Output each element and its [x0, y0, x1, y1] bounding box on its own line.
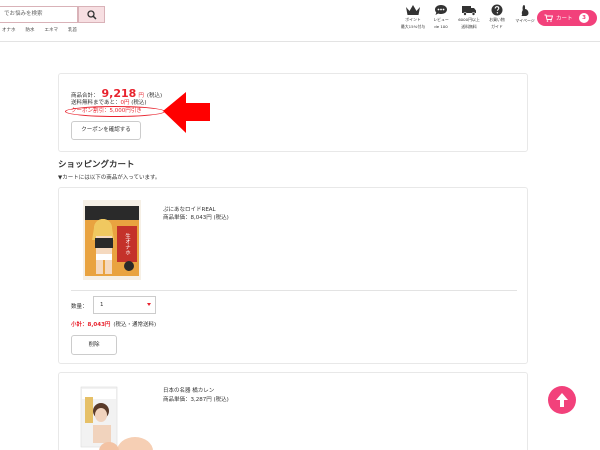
chat-icon: [435, 5, 447, 15]
shipping-label-1: 6000円以上: [458, 17, 480, 22]
review-link[interactable]: レビュー de 100: [426, 4, 456, 29]
annotation-arrow-icon: [163, 92, 210, 133]
quantity-label: 数量：: [71, 304, 88, 310]
mypage-label: マイページ: [515, 18, 535, 23]
question-icon: [491, 4, 503, 16]
free-shipping-row: 送料無料まであと：0円 (税込): [71, 98, 147, 106]
shopping-cart-subheading: ▼カートには以下の商品が入っています。: [58, 175, 161, 181]
search-input[interactable]: でお悩みを検索: [0, 6, 78, 23]
price-value: 3,287: [190, 397, 207, 403]
guide-label-1: お買い物: [489, 17, 505, 22]
guide-link[interactable]: お買い物 ガイド: [482, 4, 512, 29]
coupon-unit: 円引き: [125, 108, 142, 114]
category-link-enema[interactable]: エネマ: [45, 27, 59, 33]
product-image[interactable]: 生オナホ: [83, 200, 141, 280]
subtotal-label: 小計：8,043円: [71, 322, 111, 328]
cart-count-badge: 3: [579, 13, 589, 23]
ship-unit: 円: [123, 100, 130, 106]
cart-icon: [544, 14, 553, 22]
points-label-2: 最大15%付与: [400, 23, 426, 29]
review-label-1: レビュー: [433, 17, 449, 22]
quantity-value: 1: [100, 302, 104, 308]
check-coupon-button[interactable]: クーポンを確認する: [71, 121, 141, 140]
product-image[interactable]: [79, 385, 153, 450]
points-label-1: ポイント: [405, 17, 421, 22]
site-header: でお悩みを検索 オナホ 防水 エネマ 乳首 ポイント 最大15%付与 レビュー …: [0, 0, 600, 42]
mypage-link[interactable]: マイページ: [510, 4, 540, 24]
price-tax: (税込): [213, 215, 229, 221]
category-link-onaho[interactable]: オナホ: [2, 27, 16, 33]
price-value: 8,043: [190, 215, 207, 221]
item-subtotal: 小計：8,043円 (税込・通常送料): [71, 320, 156, 328]
scroll-to-top-button[interactable]: [548, 386, 576, 414]
item-divider: [71, 290, 517, 291]
cart-item: 日本の名器 橘カレン 商品単価：3,287円 (税込): [58, 372, 528, 450]
price-unit: 円: [206, 397, 212, 403]
guide-label-2: ガイド: [491, 23, 503, 29]
product-unit-price: 商品単価：3,287円 (税込): [163, 395, 229, 403]
search-icon: [86, 9, 97, 20]
product-package-text: 生オナホ: [124, 232, 131, 256]
total-tax: (税込): [146, 93, 163, 99]
quantity-select[interactable]: 1: [93, 296, 156, 314]
order-summary-card: 商品合計： 9,218 円 (税込) 送料無料まであと：0円 (税込) クーポン割引：…: [58, 73, 528, 152]
price-unit: 円: [206, 215, 212, 221]
points-link[interactable]: ポイント 最大15%付与: [398, 4, 428, 29]
delete-button[interactable]: 削除: [71, 335, 117, 355]
product-name[interactable]: 日本の名器 橘カレン: [163, 386, 214, 394]
cart-item: 生オナホ ぷにあなロイドREAL 商品単価：8,043円 (税込) 数量： 1 …: [58, 187, 528, 364]
truck-icon: [462, 6, 476, 16]
arrow-up-icon: [556, 393, 568, 407]
product-unit-price: 商品単価：8,043円 (税込): [163, 213, 229, 221]
price-label: 商品単価：: [163, 397, 191, 403]
category-link-waterproof[interactable]: 防水: [26, 27, 35, 33]
coupon-value: 5,000: [109, 108, 126, 114]
subtotal-note: (税込・通常送料): [113, 322, 157, 328]
cart-label: カート: [556, 16, 573, 22]
header-icon-nav: ポイント 最大15%付与 レビュー de 100 6000円以上 送料無料 お買…: [390, 4, 535, 38]
shopping-cart-heading: ショッピングカート: [58, 160, 135, 170]
search-button[interactable]: [78, 6, 105, 23]
review-label-2: de 100: [434, 23, 448, 29]
cart-button[interactable]: カート 3: [537, 10, 597, 26]
shipping-link[interactable]: 6000円以上 送料無料: [454, 4, 484, 29]
coupon-label: クーポン割引：: [71, 108, 110, 114]
crown-icon: [406, 5, 420, 15]
category-links: オナホ 防水 エネマ 乳首: [2, 27, 77, 33]
rabbit-icon: [521, 5, 529, 16]
product-name[interactable]: ぷにあなロイドREAL: [163, 205, 216, 213]
chevron-down-icon: [147, 303, 151, 306]
shipping-label-2: 送料無料: [461, 23, 477, 29]
price-tax: (税込): [213, 397, 229, 403]
ship-tax: (税込): [131, 100, 147, 106]
category-link-nipple[interactable]: 乳首: [68, 27, 77, 33]
coupon-discount-highlight: クーポン割引：5,000円引き: [65, 106, 165, 117]
price-label: 商品単価：: [163, 215, 191, 221]
